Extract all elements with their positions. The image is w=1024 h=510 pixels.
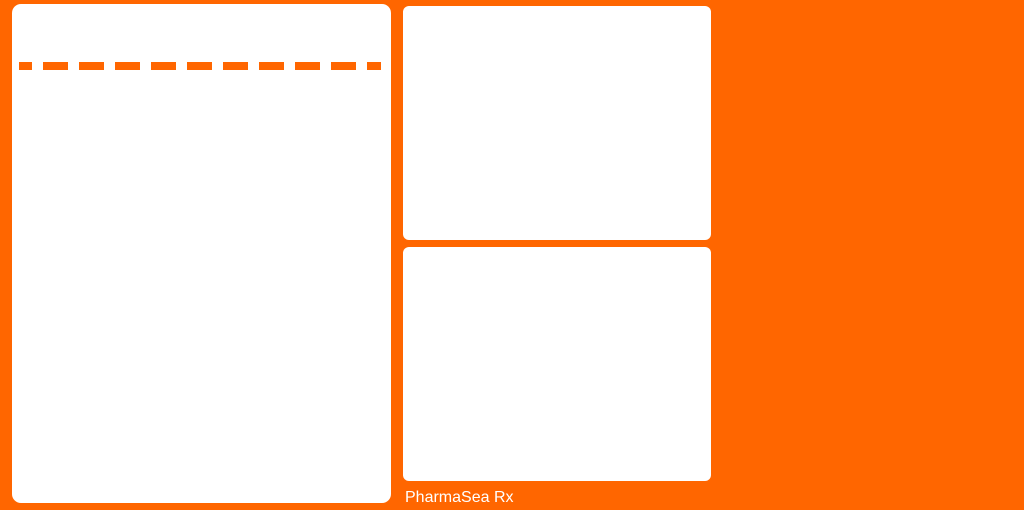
dashed-divider <box>19 62 381 70</box>
right-bottom-content-panel <box>403 247 711 481</box>
brand-label: PharmaSea Rx <box>405 489 514 506</box>
right-top-content-panel <box>403 6 711 240</box>
left-content-panel <box>12 4 391 503</box>
